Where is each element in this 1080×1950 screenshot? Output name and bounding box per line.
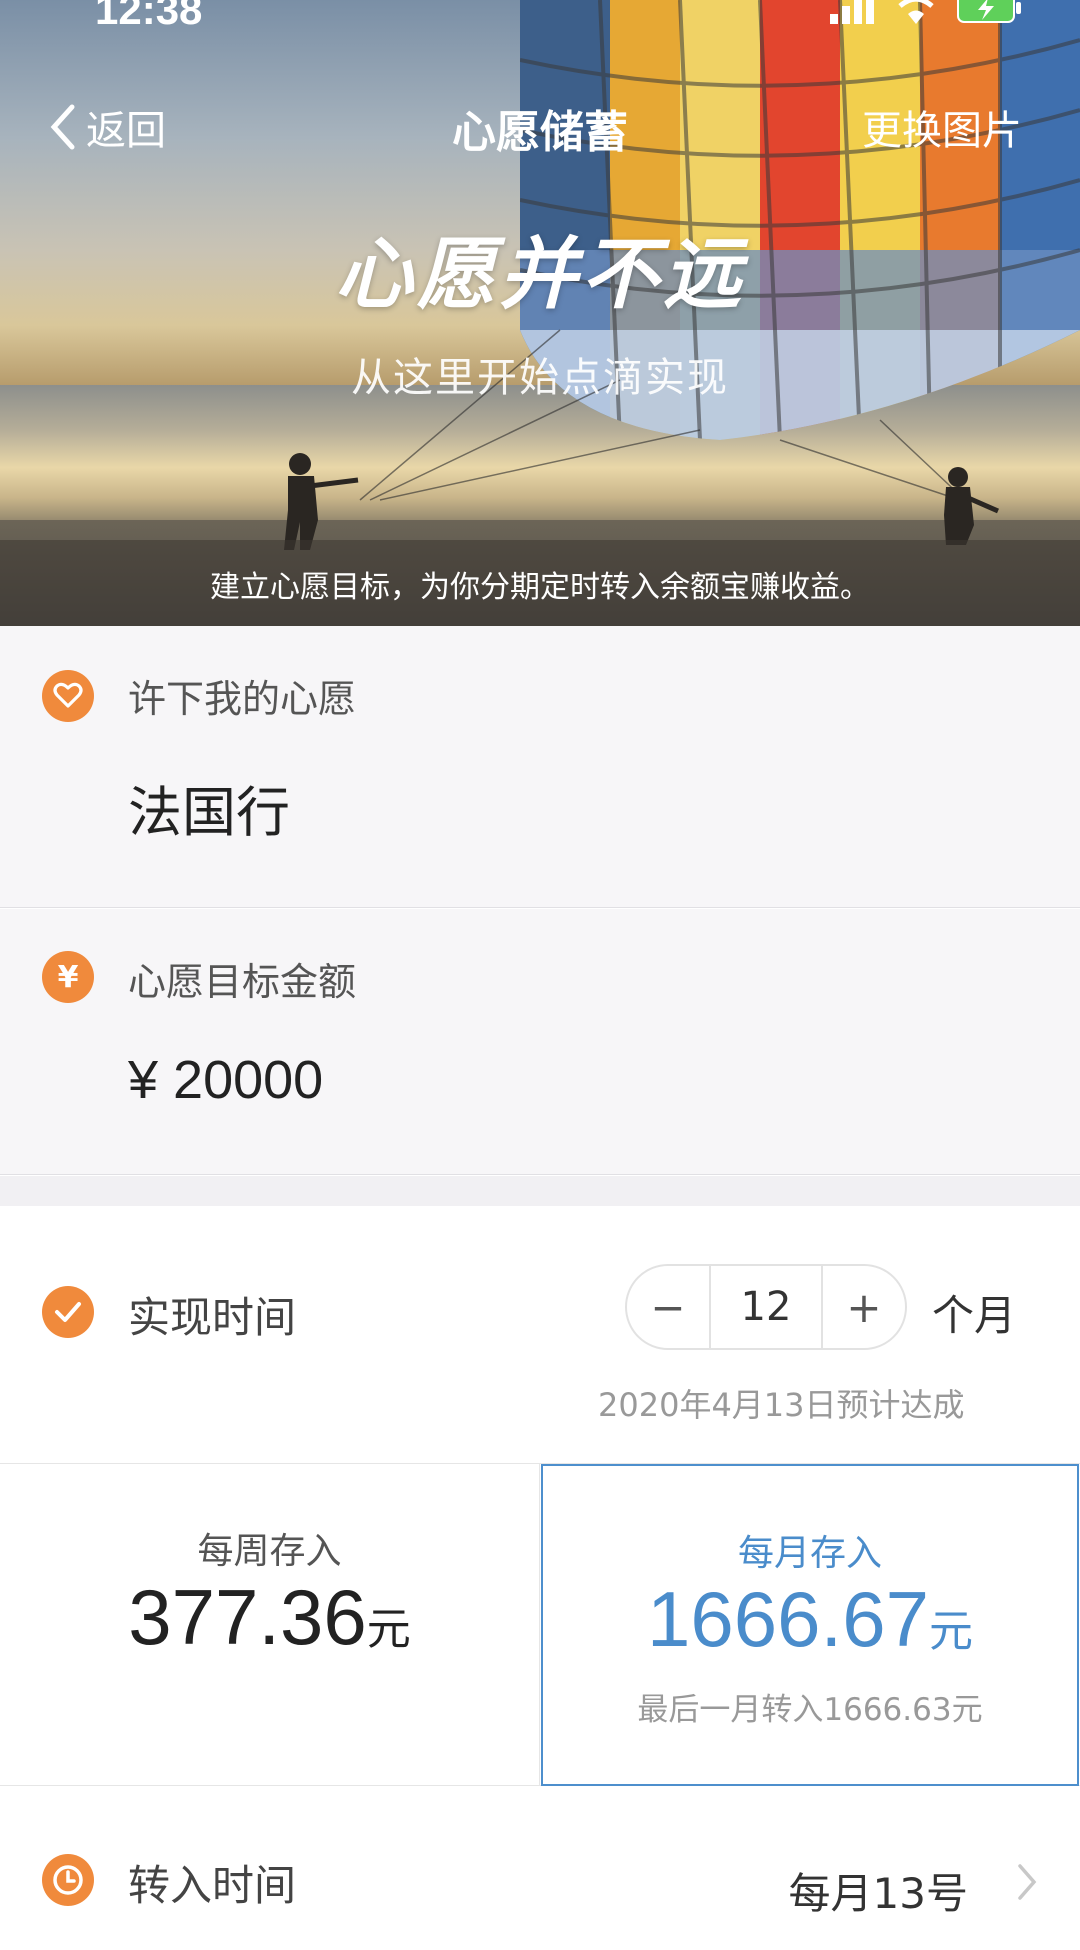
- wish-section[interactable]: 许下我的心愿 法国行: [0, 626, 1080, 908]
- weekly-plan-option[interactable]: 每周存入 377.36元: [0, 1464, 540, 1786]
- duration-label: 实现时间: [128, 1293, 297, 1342]
- person-silhouette-left: [284, 453, 359, 550]
- heart-icon: [42, 670, 94, 722]
- wifi-icon: [898, 0, 934, 24]
- monthly-plan-amount: 1666.67元: [543, 1574, 1077, 1665]
- hero-calligraphy: 心愿并不远: [334, 229, 745, 320]
- monthly-amount-unit: 元: [928, 1607, 973, 1656]
- yuan-icon: ¥: [42, 951, 94, 1003]
- months-value[interactable]: 12: [709, 1266, 823, 1348]
- minus-button[interactable]: −: [627, 1266, 709, 1348]
- months-unit: 个月: [932, 1291, 1017, 1340]
- amount-section[interactable]: ¥ 心愿目标金额 ¥ 20000: [0, 909, 1080, 1175]
- clock-icon: [42, 1854, 94, 1906]
- weekly-amount-unit: 元: [366, 1605, 411, 1654]
- chevron-right-icon: [1018, 1864, 1037, 1900]
- weekly-plan-title: 每周存入: [197, 1531, 342, 1572]
- weekly-plan-amount: 377.36元: [0, 1572, 539, 1663]
- person-silhouette-right: [944, 467, 1000, 545]
- battery-icon: [957, 0, 1021, 23]
- weekly-amount-value: 377.36: [128, 1573, 367, 1661]
- check-icon: [42, 1286, 94, 1338]
- signal-icon: [830, 0, 874, 24]
- wish-label: 许下我的心愿: [128, 677, 357, 721]
- deposit-plans: 每周存入 377.36元 每月存入 1666.67元 最后一月转入1666.63…: [0, 1464, 1080, 1786]
- section-divider: [0, 1176, 1080, 1206]
- estimate-date: 2020年4月13日预计达成: [598, 1386, 965, 1424]
- wish-input[interactable]: 法国行: [128, 768, 290, 847]
- monthly-plan-note: 最后一月转入1666.63元: [637, 1692, 983, 1728]
- transfer-time-label: 转入时间: [128, 1861, 297, 1910]
- transfer-time-value[interactable]: 每月13号: [789, 1860, 968, 1921]
- monthly-amount-value: 1666.67: [647, 1575, 929, 1663]
- status-time: 12:38: [95, 0, 203, 33]
- hero-caption: 建立心愿目标，为你分期定时转入余额宝赚收益。: [210, 570, 870, 605]
- status-icons: [828, 0, 1022, 26]
- plus-button[interactable]: +: [823, 1266, 905, 1348]
- amount-label: 心愿目标金额: [128, 960, 357, 1004]
- status-bar: 12:38: [0, 0, 1080, 40]
- amount-input[interactable]: ¥ 20000: [128, 1049, 323, 1111]
- hero-subtitle: 从这里开始点滴实现: [351, 355, 729, 401]
- monthly-plan-option[interactable]: 每月存入 1666.67元 最后一月转入1666.63元: [541, 1464, 1079, 1786]
- monthly-plan-title: 每月存入: [737, 1533, 882, 1574]
- hero-banner: 12:38 返回 心愿储蓄 更换图片 心愿并不远 从这里开始点滴实现 建立心愿目…: [0, 0, 1080, 626]
- change-image-button[interactable]: 更换图片: [862, 98, 1022, 156]
- months-stepper[interactable]: − 12 +: [625, 1264, 907, 1350]
